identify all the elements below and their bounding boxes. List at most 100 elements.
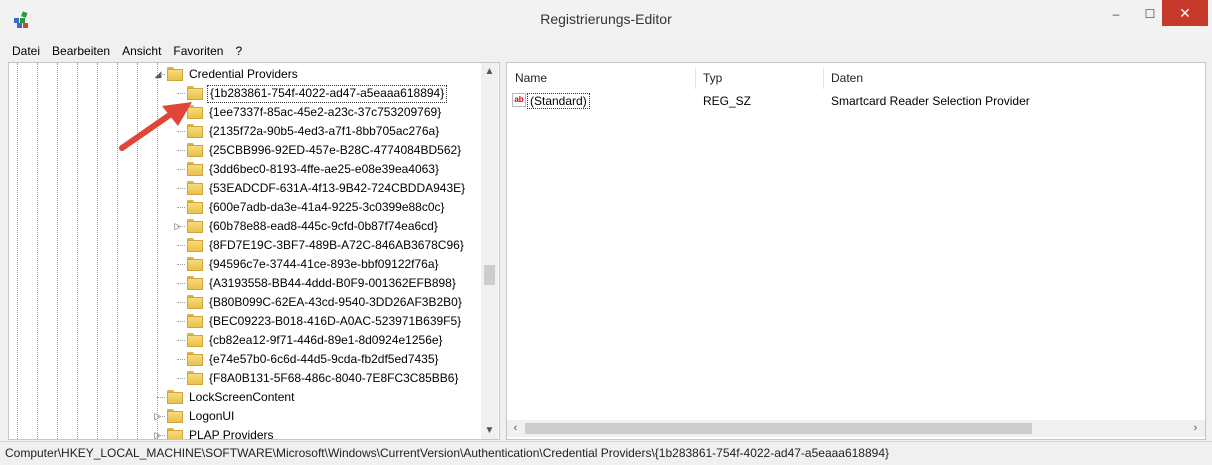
scroll-down-icon[interactable]: ▼	[481, 422, 498, 439]
window-title: Registrierungs-Editor	[540, 11, 672, 27]
folder-icon	[167, 428, 183, 439]
tree-node[interactable]: {53EADCDF-631A-4f13-9B42-724CBDDA943E}	[9, 179, 481, 198]
column-header-name[interactable]: Name	[515, 69, 547, 87]
tree-connector	[177, 131, 185, 132]
close-icon: ✕	[1179, 4, 1191, 21]
tree-node[interactable]: {1b283861-754f-4022-ad47-a5eaaa618894}	[9, 84, 481, 103]
folder-icon	[187, 181, 203, 195]
folder-icon	[187, 162, 203, 176]
tree-node[interactable]: ▷ PLAP Providers	[9, 426, 481, 439]
tree-label[interactable]: {cb82ea12-9f71-446d-89e1-8d0924e1256e}	[207, 332, 445, 348]
folder-icon	[187, 314, 203, 328]
tree-node[interactable]: LockScreenContent	[9, 388, 481, 407]
scroll-right-icon[interactable]: ›	[1187, 420, 1204, 437]
tree-label[interactable]: LogonUI	[187, 408, 236, 424]
tree-connector	[177, 112, 185, 113]
tree-label[interactable]: {A3193558-BB44-4ddd-B0F9-001362EFB898}	[207, 275, 458, 291]
tree-label[interactable]: {2135f72a-90b5-4ed3-a7f1-8bb705ac276a}	[207, 123, 441, 139]
folder-icon	[187, 238, 203, 252]
tree-node[interactable]: {3dd6bec0-8193-4ffe-ae25-e08e39ea4063}	[9, 160, 481, 179]
value-row[interactable]: ab (Standard) REG_SZ Smartcard Reader Se…	[507, 91, 1187, 111]
tree-node[interactable]: {e74e57b0-6c6d-44d5-9cda-fb2df5ed7435}	[9, 350, 481, 369]
value-data: Smartcard Reader Selection Provider	[831, 94, 1030, 108]
menu-bar: Datei Bearbeiten Ansicht Favoriten ?	[0, 41, 1212, 61]
close-button[interactable]: ✕	[1162, 0, 1208, 26]
column-header-data[interactable]: Daten	[831, 69, 863, 87]
tree-connector	[177, 188, 185, 189]
tree-connector	[177, 378, 185, 379]
tree-node[interactable]: {F8A0B131-5F68-486c-8040-7E8FC3C85BB6}	[9, 369, 481, 388]
menu-ansicht[interactable]: Ansicht	[116, 41, 167, 61]
tree-label[interactable]: {600e7adb-da3e-41a4-9225-3c0399e88c0c}	[207, 199, 447, 215]
tree-node[interactable]: {8FD7E19C-3BF7-489B-A72C-846AB3678C96}	[9, 236, 481, 255]
tree-node[interactable]: ▷ LogonUI	[9, 407, 481, 426]
folder-icon	[167, 390, 183, 404]
string-value-icon: ab	[512, 93, 526, 107]
menu-bearbeiten[interactable]: Bearbeiten	[46, 41, 116, 61]
scroll-up-icon[interactable]: ▲	[481, 63, 498, 80]
selected-tree-label[interactable]: {1b283861-754f-4022-ad47-a5eaaa618894}	[207, 85, 448, 103]
scroll-left-icon[interactable]: ‹	[507, 420, 524, 437]
minimize-button[interactable]: –	[1099, 0, 1133, 28]
minimize-icon: –	[1112, 7, 1120, 21]
tree-connector	[177, 226, 185, 227]
menu-favoriten[interactable]: Favoriten	[167, 41, 229, 61]
title-bar: Registrierungs-Editor – ☐ ✕	[0, 0, 1212, 40]
tree-node[interactable]: {600e7adb-da3e-41a4-9225-3c0399e88c0c}	[9, 198, 481, 217]
folder-icon	[167, 67, 183, 81]
tree-node-credential-providers[interactable]: ◢ Credential Providers	[9, 65, 481, 84]
tree-label[interactable]: Credential Providers	[187, 66, 300, 82]
tree-connector	[177, 150, 185, 151]
list-horizontal-scrollbar[interactable]: ‹ ›	[507, 420, 1205, 437]
tree-label[interactable]: {94596c7e-3744-41ce-893e-bbf09122f76a}	[207, 256, 441, 272]
tree-node[interactable]: {2135f72a-90b5-4ed3-a7f1-8bb705ac276a}	[9, 122, 481, 141]
tree-label[interactable]: {8FD7E19C-3BF7-489B-A72C-846AB3678C96}	[207, 237, 466, 253]
tree-label[interactable]: {53EADCDF-631A-4f13-9B42-724CBDDA943E}	[207, 180, 467, 196]
tree-connector	[177, 264, 185, 265]
tree-label[interactable]: {B80B099C-62EA-43cd-9540-3DD26AF3B2B0}	[207, 294, 464, 310]
tree-label[interactable]: PLAP Providers	[187, 427, 276, 439]
tree-connector	[177, 245, 185, 246]
folder-icon	[187, 371, 203, 385]
folder-icon	[187, 333, 203, 347]
status-path: Computer\HKEY_LOCAL_MACHINE\SOFTWARE\Mic…	[5, 446, 890, 460]
tree-node[interactable]: {A3193558-BB44-4ddd-B0F9-001362EFB898}	[9, 274, 481, 293]
tree-label[interactable]: {60b78e88-ead8-445c-9cfd-0b87f74ea6cd}	[207, 218, 440, 234]
folder-icon	[187, 219, 203, 233]
folder-icon	[187, 257, 203, 271]
folder-icon	[187, 276, 203, 290]
tree-connector	[177, 359, 185, 360]
tree-node[interactable]: {25CBB996-92ED-457e-B28C-4774084BD562}	[9, 141, 481, 160]
tree-connector	[177, 93, 185, 94]
tree-scroll-thumb[interactable]	[484, 265, 495, 285]
folder-icon	[187, 105, 203, 119]
tree-node[interactable]: {94596c7e-3744-41ce-893e-bbf09122f76a}	[9, 255, 481, 274]
tree-label[interactable]: {1ee7337f-85ac-45e2-a23c-37c753209769}	[207, 104, 443, 120]
list-scroll-thumb[interactable]	[525, 423, 1032, 434]
tree-label[interactable]: {3dd6bec0-8193-4ffe-ae25-e08e39ea4063}	[207, 161, 441, 177]
folder-icon	[187, 200, 203, 214]
tree-node[interactable]: {B80B099C-62EA-43cd-9540-3DD26AF3B2B0}	[9, 293, 481, 312]
tree-connector	[157, 74, 165, 75]
value-name: (Standard)	[527, 93, 590, 109]
tree-label[interactable]: {BEC09223-B018-416D-A0AC-523971B639F5}	[207, 313, 463, 329]
values-list[interactable]: Name Typ Daten ab (Standard) REG_SZ Smar…	[506, 62, 1206, 440]
tree-node[interactable]: {cb82ea12-9f71-446d-89e1-8d0924e1256e}	[9, 331, 481, 350]
status-bar: Computer\HKEY_LOCAL_MACHINE\SOFTWARE\Mic…	[0, 441, 1212, 465]
column-separator[interactable]	[823, 67, 824, 89]
tree-label[interactable]: LockScreenContent	[187, 389, 296, 405]
tree-label[interactable]: {25CBB996-92ED-457e-B28C-4774084BD562}	[207, 142, 463, 158]
tree-label[interactable]: {e74e57b0-6c6d-44d5-9cda-fb2df5ed7435}	[207, 351, 441, 367]
column-separator[interactable]	[695, 67, 696, 89]
tree-node[interactable]: {1ee7337f-85ac-45e2-a23c-37c753209769}	[9, 103, 481, 122]
tree-node[interactable]: ▷ {60b78e88-ead8-445c-9cfd-0b87f74ea6cd}	[9, 217, 481, 236]
maximize-icon: ☐	[1144, 7, 1156, 21]
tree-vertical-scrollbar[interactable]: ▲ ▼	[481, 63, 498, 439]
tree-label[interactable]: {F8A0B131-5F68-486c-8040-7E8FC3C85BB6}	[207, 370, 461, 386]
registry-tree[interactable]: ◢ Credential Providers {1b283861-754f-4022…	[8, 62, 500, 440]
tree-node[interactable]: {BEC09223-B018-416D-A0AC-523971B639F5}	[9, 312, 481, 331]
column-header-type[interactable]: Typ	[703, 69, 722, 87]
menu-datei[interactable]: Datei	[6, 41, 46, 61]
menu-help[interactable]: ?	[229, 41, 248, 61]
tree-connector	[157, 397, 165, 398]
